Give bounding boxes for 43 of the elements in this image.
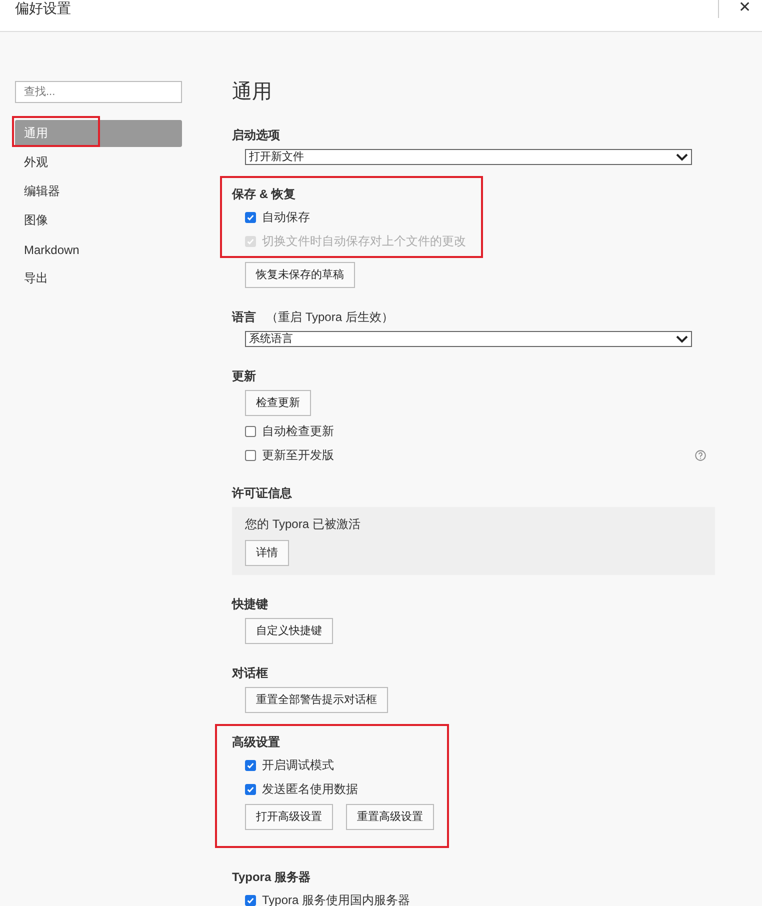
checkbox-label: 发送匿名使用数据 [262, 781, 358, 797]
checkbox-label: 自动保存 [262, 209, 310, 225]
window-title: 偏好设置 [15, 0, 71, 18]
sidebar-item[interactable]: 外观 [15, 149, 182, 176]
checkbox-label: 开启调试模式 [262, 757, 334, 773]
sidebar-item[interactable]: 编辑器 [15, 178, 182, 205]
section-heading: 保存 & 恢复 [232, 186, 296, 202]
settings-button[interactable]: 恢复未保存的草稿 [245, 262, 355, 288]
section-heading: 许可证信息 [232, 485, 292, 501]
settings-button[interactable]: 检查更新 [245, 390, 311, 416]
section-heading: 更新 [232, 368, 256, 384]
settings-button[interactable]: 重置全部警告提示对话框 [245, 687, 388, 713]
checkbox-label: 更新至开发版 [262, 447, 334, 463]
search-field[interactable]: 查找... [15, 81, 182, 103]
dropdown[interactable]: 系统语言 [245, 331, 692, 347]
help-icon[interactable] [695, 450, 706, 461]
dropdown[interactable]: 打开新文件 [245, 149, 692, 165]
license-status: 您的 Typora 已被激活 [245, 516, 362, 532]
sidebar-item[interactable]: 图像 [15, 207, 182, 234]
checkbox[interactable] [245, 894, 256, 906]
checkbox-label: 自动检查更新 [262, 423, 334, 439]
section-heading: 快捷键 [232, 596, 268, 612]
close-button[interactable]: ✕ [734, 0, 756, 18]
section-heading: 语言 [232, 309, 256, 325]
sidebar-item[interactable]: Markdown [15, 236, 182, 263]
section-heading: Typora 服务器 [232, 869, 310, 885]
section-heading: 对话框 [232, 665, 268, 681]
section-heading: 高级设置 [232, 734, 280, 750]
sidebar-item[interactable]: 导出 [15, 265, 182, 292]
page-title: 通用 [232, 80, 273, 104]
settings-button[interactable]: 自定义快捷键 [245, 618, 333, 644]
checkbox[interactable] [245, 450, 256, 460]
checkbox[interactable] [245, 426, 256, 436]
details-button[interactable]: 详情 [245, 540, 289, 566]
checkbox-label: 切换文件时自动保存对上个文件的更改 [262, 233, 466, 249]
checkbox[interactable] [245, 784, 256, 794]
section-heading: 启动选项 [232, 127, 280, 143]
settings-button[interactable]: 打开高级设置 [245, 804, 333, 830]
section-note: （重启 Typora 后生效） [266, 309, 394, 325]
checkbox[interactable] [245, 760, 256, 770]
settings-button[interactable]: 重置高级设置 [346, 804, 434, 830]
chevron-down-icon [676, 153, 688, 161]
chevron-down-icon [676, 335, 688, 343]
